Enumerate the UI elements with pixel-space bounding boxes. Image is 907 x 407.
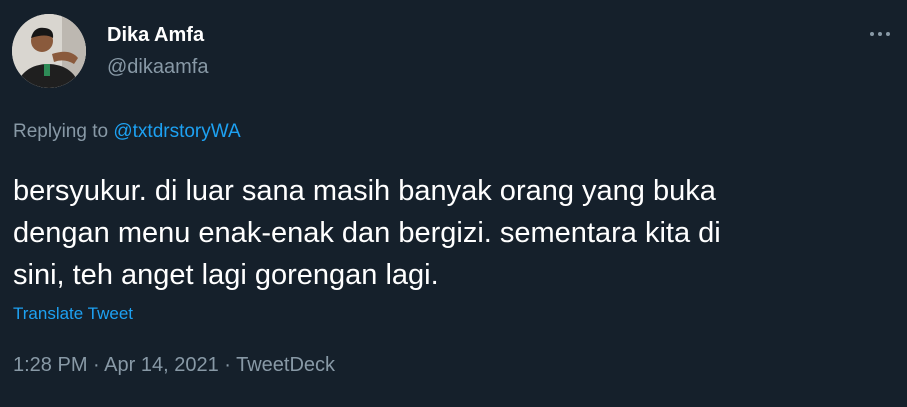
avatar-image — [12, 14, 86, 88]
tweet-text-line: sini, teh anget lagi gorengan lagi. — [13, 259, 439, 291]
meta-separator: · — [218, 354, 237, 376]
tweet-card: Dika Amfa @dikaamfa Replying to @txtdrst… — [0, 0, 907, 407]
author-handle[interactable]: @dikaamfa — [107, 56, 208, 79]
tweet-date[interactable]: Apr 14, 2021 — [104, 354, 219, 376]
more-horizontal-icon — [878, 32, 882, 36]
author-display-name[interactable]: Dika Amfa — [107, 24, 204, 47]
tweet-text-line: dengan menu enak-enak dan bergizi. semen… — [13, 217, 721, 249]
avatar[interactable] — [12, 14, 86, 88]
more-horizontal-icon — [886, 32, 890, 36]
tweet-text-line: bersyukur. di luar sana masih banyak ora… — [13, 175, 716, 207]
tweet-metadata: 1:28 PM · Apr 14, 2021 · TweetDeck — [13, 354, 335, 377]
translate-tweet-link[interactable]: Translate Tweet — [13, 304, 133, 324]
more-horizontal-icon — [870, 32, 874, 36]
replying-to-label: Replying to — [13, 121, 114, 142]
replying-to: Replying to @txtdrstoryWA — [13, 121, 241, 143]
more-options-button[interactable] — [862, 22, 898, 46]
tweet-time[interactable]: 1:28 PM — [13, 354, 87, 376]
tweet-source[interactable]: TweetDeck — [236, 354, 335, 376]
reply-mention-link[interactable]: @txtdrstoryWA — [113, 121, 240, 142]
tweet-text: bersyukur. di luar sana masih banyak ora… — [13, 170, 898, 296]
meta-separator: · — [87, 354, 105, 376]
